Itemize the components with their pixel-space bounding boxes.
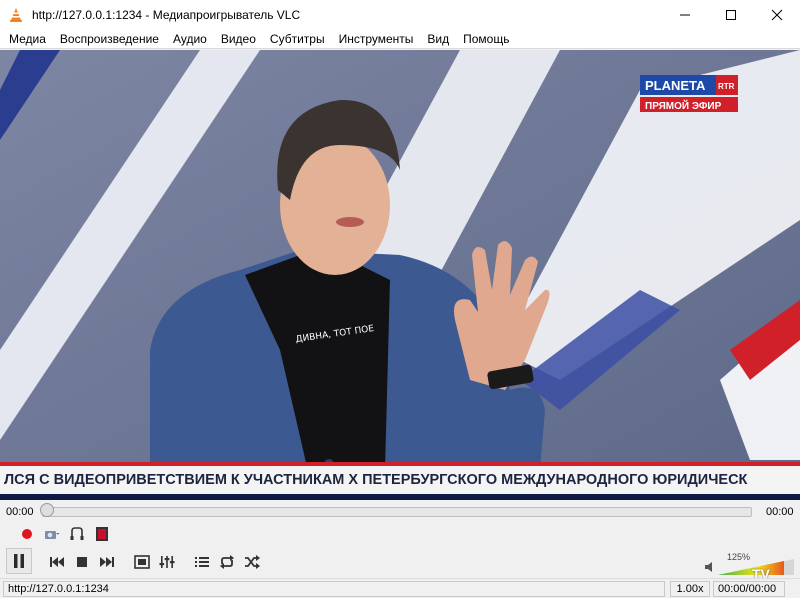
close-icon [771, 9, 783, 20]
window-controls [662, 0, 800, 29]
speaker-icon[interactable] [704, 561, 716, 573]
playlist-button[interactable] [191, 551, 212, 572]
loop-icon [219, 554, 234, 569]
playback-speed[interactable]: 1.00x [670, 581, 710, 597]
pause-icon [14, 554, 24, 568]
time-total: 00:00 [766, 506, 794, 518]
stop-icon [76, 556, 87, 567]
playlist-icon [194, 556, 209, 567]
next-button[interactable] [96, 551, 117, 572]
status-time[interactable]: 00:00/00:00 [713, 581, 785, 597]
menu-bar: Медиа Воспроизведение Аудио Видео Субтит… [0, 29, 800, 49]
maximize-icon [726, 9, 736, 20]
previous-button[interactable] [46, 551, 67, 572]
minimize-button[interactable] [662, 0, 708, 29]
play-pause-button[interactable] [6, 548, 32, 574]
menu-audio[interactable]: Аудио [166, 29, 214, 49]
menu-video[interactable]: Видео [214, 29, 263, 49]
loop-ab-icon [70, 526, 83, 540]
minimize-icon [680, 14, 690, 15]
skip-forward-icon [99, 556, 114, 567]
maximize-button[interactable] [708, 0, 754, 29]
playback-controls: 00:00 00:00 [0, 500, 800, 578]
menu-subtitles[interactable]: Субтитры [263, 29, 332, 49]
camera-icon [44, 530, 59, 539]
frame-step-button[interactable] [91, 523, 112, 544]
record-icon [21, 528, 32, 539]
fullscreen-button[interactable] [131, 551, 152, 572]
video-frame: ДИВНА, ТОТ ПОЕ ЛСЯ С ВИДЕОПРИВЕТСТВИЕМ К… [0, 50, 800, 500]
seek-bar[interactable] [42, 507, 752, 517]
equalizer-icon [159, 555, 174, 568]
video-display[interactable]: ДИВНА, ТОТ ПОЕ ЛСЯ С ВИДЕОПРИВЕТСТВИЕМ К… [0, 50, 800, 500]
fullscreen-icon [133, 554, 150, 569]
shuffle-button[interactable] [241, 551, 262, 572]
time-elapsed: 00:00 [6, 506, 34, 518]
close-button[interactable] [754, 0, 800, 29]
seek-handle[interactable] [40, 503, 54, 517]
window-title: http://127.0.0.1:1234 - Медиапроигрывате… [32, 7, 301, 22]
record-button[interactable] [16, 523, 37, 544]
status-bar: http://127.0.0.1:1234 1.00x 00:00/00:00 [0, 578, 800, 598]
menu-playback[interactable]: Воспроизведение [53, 29, 166, 49]
menu-help[interactable]: Помощь [456, 29, 516, 49]
news-ticker-text: ЛСЯ С ВИДЕОПРИВЕТСТВИЕМ К УЧАСТНИКАМ X П… [4, 472, 748, 488]
loop-button[interactable] [216, 551, 237, 572]
frame-step-icon [95, 526, 108, 541]
presenter-mouth [336, 217, 364, 227]
menu-media[interactable]: Медиа [2, 29, 53, 49]
snapshot-button[interactable] [41, 523, 62, 544]
live-badge-text: ПРЯМОЙ ЭФИР [645, 99, 722, 112]
skip-back-icon [49, 556, 64, 567]
ticker-accent [0, 462, 800, 466]
vlc-cone-icon [10, 7, 22, 22]
shuffle-icon [244, 554, 260, 569]
menu-view[interactable]: Вид [420, 29, 456, 49]
status-url: http://127.0.0.1:1234 [3, 581, 665, 597]
extended-settings-button[interactable] [156, 551, 177, 572]
loop-ab-button[interactable] [66, 523, 87, 544]
channel-logo-text: PLANETA [645, 78, 706, 93]
channel-logo-badge-text: RTR [718, 82, 735, 91]
title-bar: http://127.0.0.1:1234 - Медиапроигрывате… [0, 0, 800, 29]
menu-tools[interactable]: Инструменты [332, 29, 421, 49]
stop-button[interactable] [71, 551, 92, 572]
